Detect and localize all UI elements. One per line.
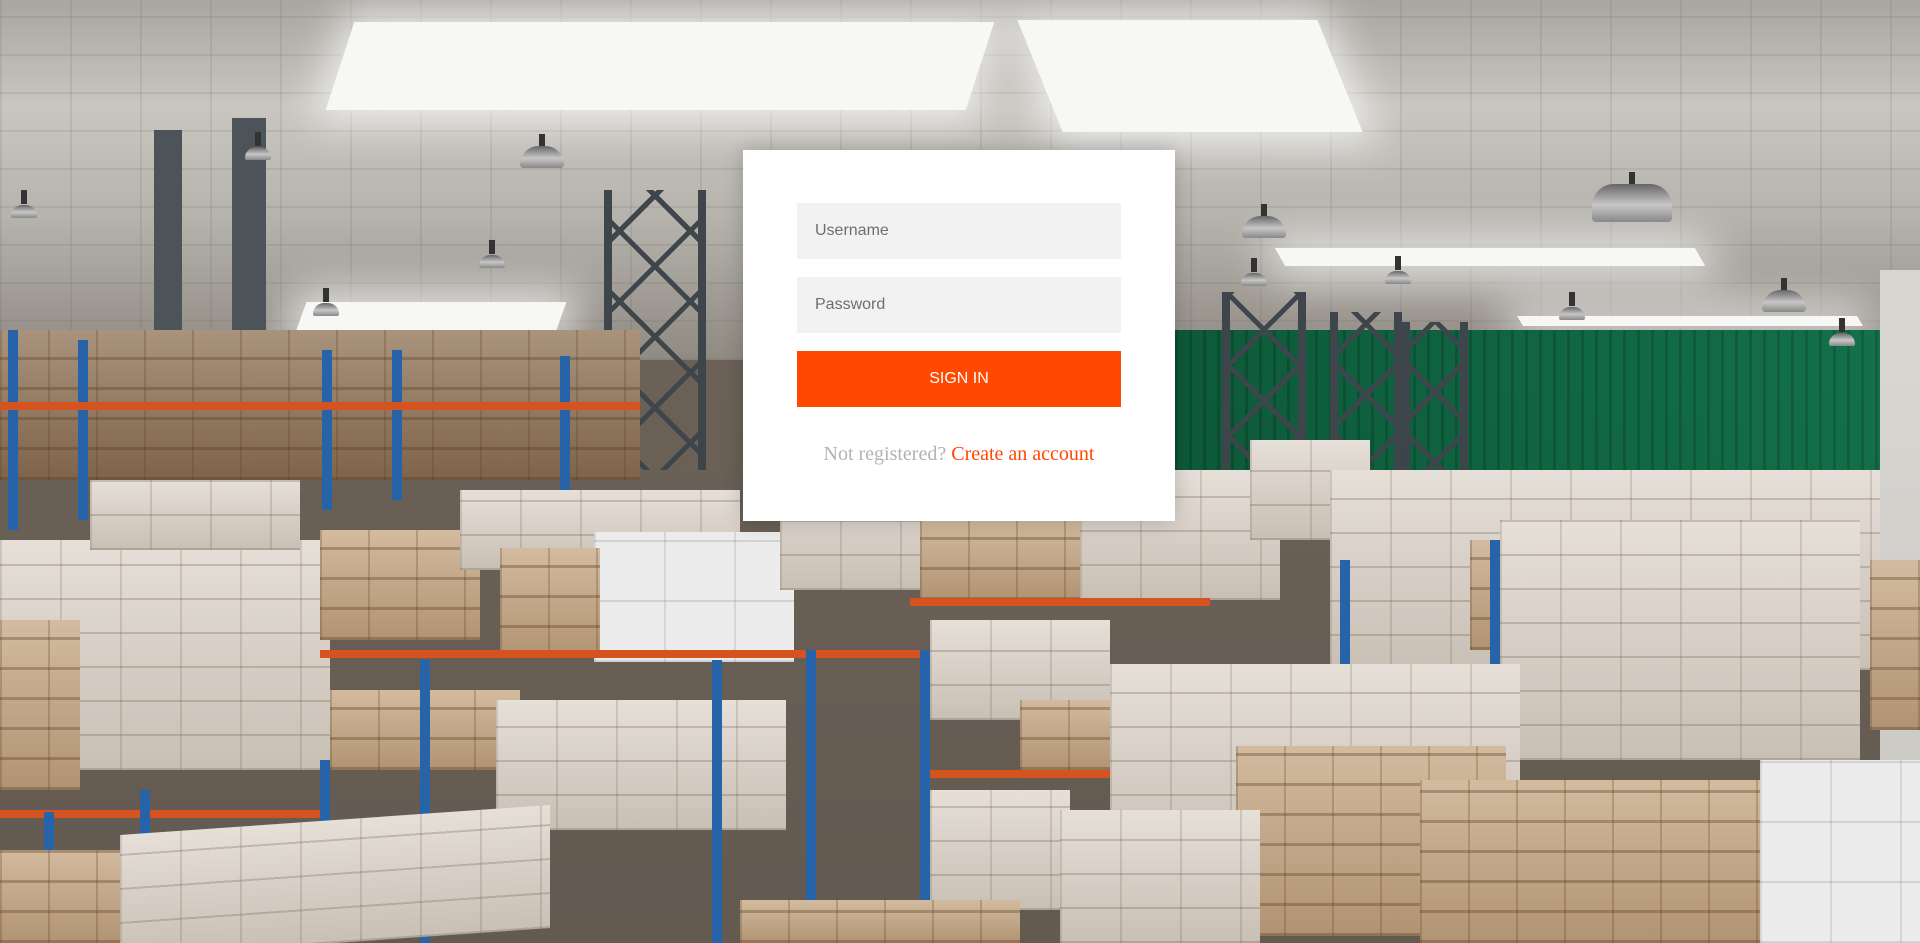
rack-beam: [910, 598, 1210, 606]
pallet-stock: [0, 620, 80, 790]
rack-beam: [930, 770, 1110, 778]
rack-beam: [320, 650, 920, 658]
pallet-stock: [500, 548, 600, 658]
rack-upright: [920, 650, 930, 920]
rack-upright: [560, 356, 570, 496]
register-prompt: Not registered?: [823, 443, 947, 465]
rack-upright: [392, 350, 402, 500]
pallet-stock: [1870, 560, 1920, 730]
username-field[interactable]: [797, 203, 1121, 259]
pallet-stock: [1500, 520, 1860, 760]
register-message: Not registered? Create an account: [797, 443, 1121, 466]
pallet-stock: [320, 530, 480, 640]
pallet-stock: [1420, 780, 1770, 943]
pallet-stock: [740, 900, 1020, 943]
ceiling-skylight: [325, 22, 995, 110]
rack-upright: [712, 660, 722, 943]
rack-upright: [322, 350, 332, 510]
rack-beam: [0, 402, 640, 410]
sign-in-button[interactable]: SIGN IN: [797, 351, 1121, 407]
pallet-stock: [0, 850, 120, 943]
pallet-stock: [594, 532, 794, 662]
ceiling-skylight: [1274, 248, 1706, 266]
ceiling-skylight: [1017, 20, 1363, 132]
create-account-link[interactable]: Create an account: [951, 443, 1094, 465]
pallet-stock: [90, 480, 300, 550]
pallet-stock: [1060, 810, 1260, 943]
password-field[interactable]: [797, 277, 1121, 333]
login-card: SIGN IN Not registered? Create an accoun…: [743, 150, 1175, 521]
pallet-stock: [930, 790, 1070, 910]
pallet-stock: [1760, 760, 1920, 943]
rack-upright: [78, 340, 88, 520]
pallet-stock: [1020, 700, 1120, 770]
rack-upright: [1490, 540, 1500, 670]
rack-upright: [1340, 560, 1350, 670]
rack-upright: [8, 330, 18, 530]
